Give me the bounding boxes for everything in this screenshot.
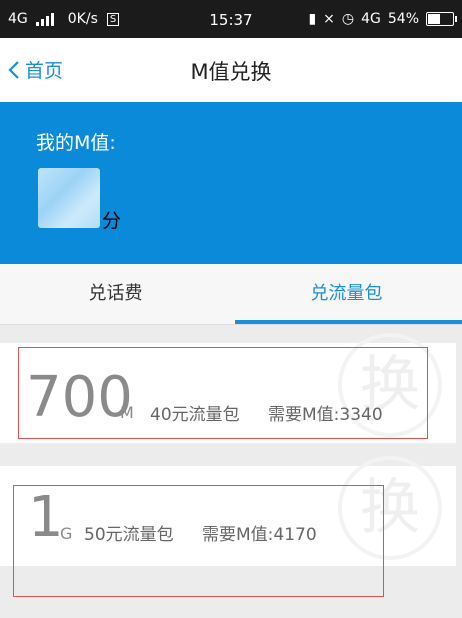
status-right: ▮ ⨯ ◷ 4G 54% <box>308 11 457 27</box>
alarm-icon: ◷ <box>341 11 355 27</box>
sim-icon: ▮ <box>308 11 317 27</box>
package-cost: 需要M值:3340 <box>268 405 383 425</box>
package-amount: 700 <box>26 365 133 430</box>
package-unit: M <box>120 403 134 422</box>
status-bar: 4G 0K/s S 15:37 ▮ ⨯ ◷ 4G 54% <box>0 0 462 38</box>
battery-icon <box>426 12 457 26</box>
page-title: M值兑换 <box>190 60 272 84</box>
balance-value-redacted <box>38 168 100 228</box>
tab-data-package[interactable]: 兑流量包 <box>231 264 462 324</box>
package-card[interactable]: 换 1 G 50元流量包 需要M值:4170 <box>0 456 462 566</box>
package-price: 40元流量包 <box>150 405 240 425</box>
package-amount: 1 <box>28 485 64 550</box>
exchange-stamp-icon: 换 <box>338 456 442 560</box>
package-cost: 需要M值:4170 <box>202 525 317 545</box>
package-card[interactable]: 换 700 M 40元流量包 需要M值:3340 <box>0 333 462 443</box>
network-type-right: 4G <box>361 11 381 27</box>
battery-level: 54% <box>387 11 419 27</box>
tab-bar: 兑话费 兑流量包 <box>0 264 462 325</box>
package-price: 50元流量包 <box>84 525 174 545</box>
balance-unit: 分 <box>102 210 122 232</box>
nav-bar: 首页 M值兑换 <box>0 38 462 102</box>
package-unit: G <box>60 524 73 543</box>
mute-icon: ⨯ <box>323 11 335 27</box>
balance-label: 我的M值: <box>36 132 116 154</box>
tab-phone-credit[interactable]: 兑话费 <box>0 264 231 324</box>
balance-panel: 我的M值: <box>0 102 462 264</box>
